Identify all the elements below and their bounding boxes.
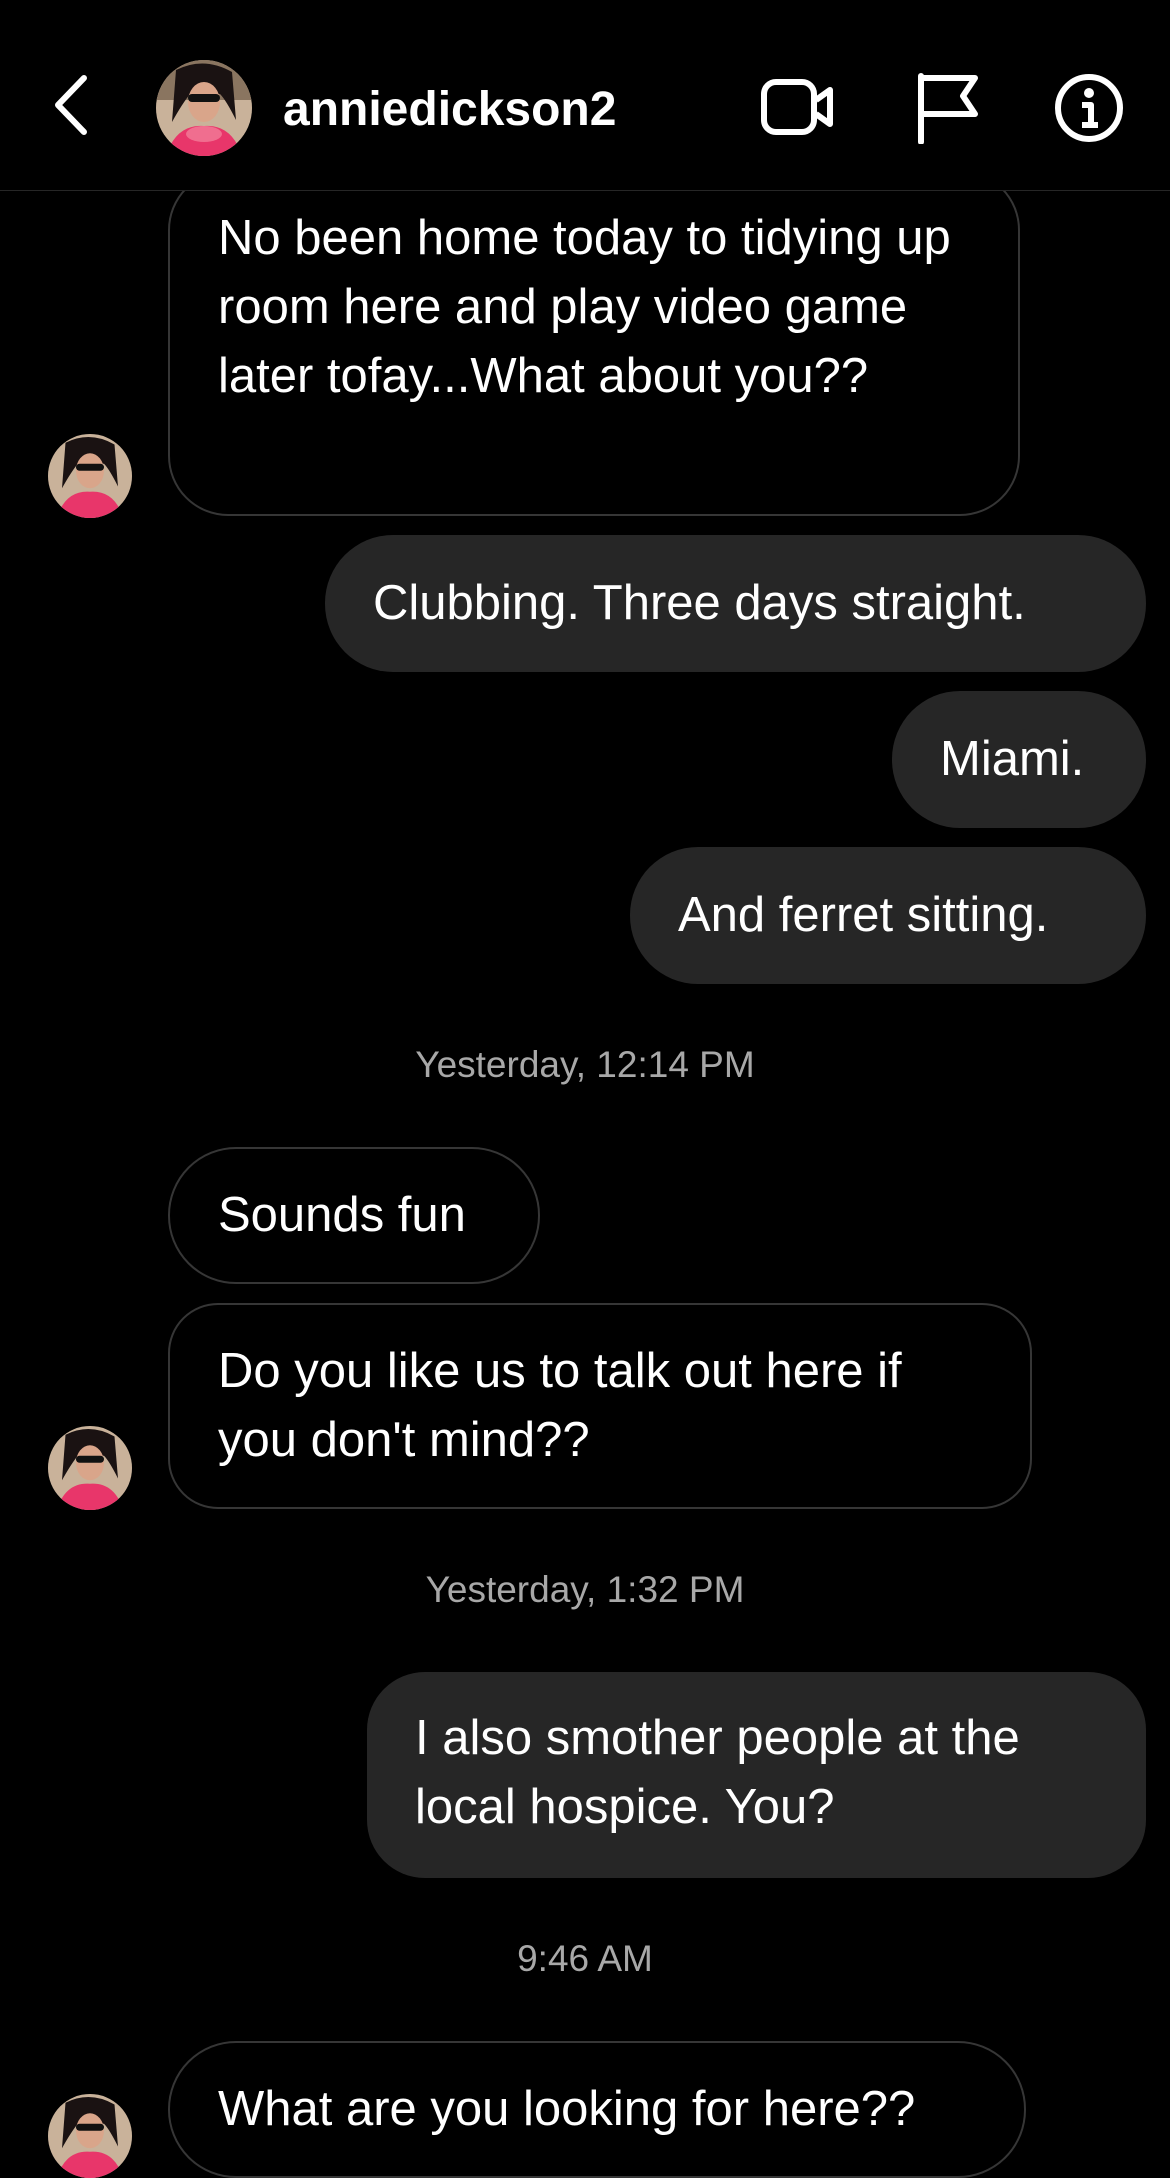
message-text: I also smother people at the local hospi… <box>415 1711 1020 1834</box>
flag-report-icon[interactable] <box>915 72 981 144</box>
message-text: Sounds fun <box>218 1188 466 1242</box>
message-incoming[interactable]: No been home today to tidying up room he… <box>168 170 1020 516</box>
sender-avatar[interactable] <box>48 1426 132 1510</box>
message-incoming[interactable]: What are you looking for here?? <box>168 2041 1026 2178</box>
profile-avatar[interactable] <box>156 60 252 156</box>
message-outgoing[interactable]: I also smother people at the local hospi… <box>367 1672 1146 1878</box>
message-timestamp: Yesterday, 1:32 PM <box>425 1569 745 1610</box>
sender-avatar[interactable] <box>48 2094 132 2178</box>
message-text: Miami. <box>940 732 1085 786</box>
info-icon[interactable] <box>1054 73 1124 143</box>
message-outgoing[interactable]: And ferret sitting. <box>630 847 1146 984</box>
message-timestamp: 9:46 AM <box>517 1938 653 1979</box>
message-text: What are you looking for here?? <box>218 2082 916 2136</box>
sender-avatar[interactable] <box>48 434 132 518</box>
message-outgoing[interactable]: Miami. <box>892 691 1146 828</box>
message-outgoing[interactable]: Clubbing. Three days straight. <box>325 535 1146 672</box>
message-text: Clubbing. Three days straight. <box>373 576 1026 630</box>
message-text: Do you like us to talk out here if you d… <box>218 1344 902 1467</box>
video-call-icon[interactable] <box>760 76 836 138</box>
message-text: And ferret sitting. <box>678 888 1049 942</box>
message-text: No been home today to tidying up room he… <box>218 211 951 403</box>
message-incoming[interactable]: Do you like us to talk out here if you d… <box>168 1303 1032 1509</box>
message-timestamp: Yesterday, 12:14 PM <box>415 1044 755 1085</box>
chat-header: anniedickson2 <box>0 0 1170 191</box>
back-chevron-icon[interactable] <box>48 70 96 140</box>
chat-username[interactable]: anniedickson2 <box>283 80 616 140</box>
message-incoming[interactable]: Sounds fun <box>168 1147 540 1284</box>
